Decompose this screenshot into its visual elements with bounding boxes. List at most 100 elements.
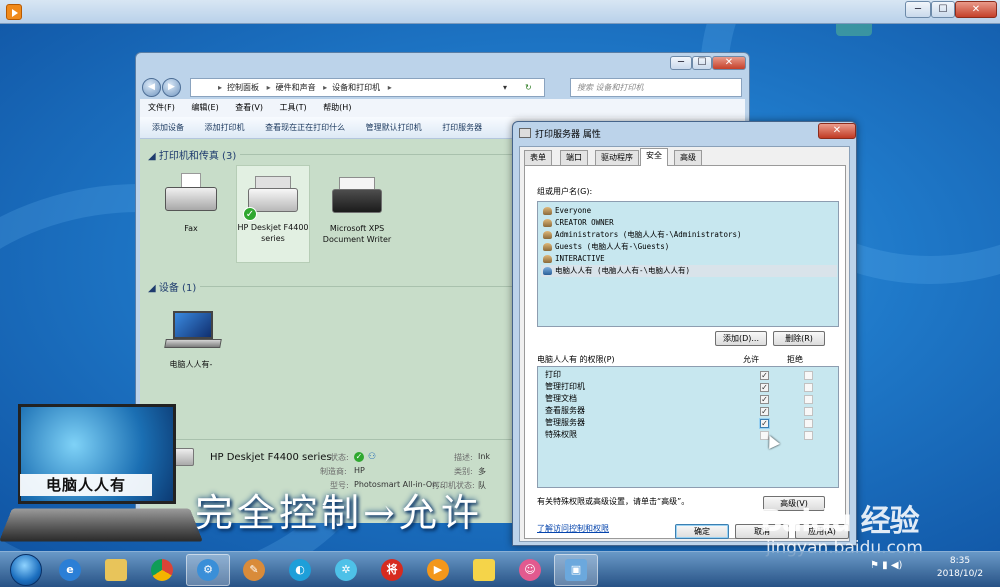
list-item-selected[interactable]: 电脑人人有 (电脑人人有-\电脑人人有): [541, 265, 837, 277]
devices-group-header[interactable]: ◢ 设备 (1): [148, 279, 196, 294]
print-server-button[interactable]: 打印服务器: [442, 123, 482, 132]
forward-arrow-icon[interactable]: ▶: [162, 78, 181, 97]
add-device-button[interactable]: 添加设备: [152, 123, 184, 132]
printers-group-label: 打印机和传真 (3): [158, 151, 237, 162]
printer-xps-writer[interactable]: Microsoft XPS Document Writer: [320, 167, 394, 267]
flag-icon[interactable]: ⚑: [870, 560, 879, 571]
device-label: 电脑人人有-: [169, 360, 213, 369]
pinwheel-icon[interactable]: ✲: [324, 554, 368, 586]
list-item[interactable]: CREATOR OWNER: [541, 217, 837, 229]
permission-special-deny-checkbox[interactable]: [804, 431, 813, 440]
list-item[interactable]: Guests (电脑人人有-\Guests): [541, 241, 837, 253]
paint-icon[interactable]: ✎: [232, 554, 276, 586]
fax-icon: [163, 173, 219, 219]
explorer-titlebar: ─ ☐ ✕: [136, 53, 749, 75]
permission-manage-documents-allow-checkbox[interactable]: ✓: [760, 395, 769, 404]
manage-default-printers-button[interactable]: 管理默认打印机: [366, 123, 422, 132]
permission-view-server-deny-checkbox[interactable]: [804, 407, 813, 416]
menu-help[interactable]: 帮助(H): [323, 103, 351, 112]
add-user-button[interactable]: 添加(D)...: [715, 331, 767, 346]
breadcrumb-hardware-sound[interactable]: 硬件和声音: [276, 83, 316, 92]
list-item[interactable]: INTERACTIVE: [541, 253, 837, 265]
remove-user-button[interactable]: 删除(R): [773, 331, 825, 346]
permission-print-deny-checkbox[interactable]: [804, 371, 813, 380]
folder-icon[interactable]: [94, 554, 138, 586]
chrome-icon[interactable]: [140, 554, 184, 586]
default-checkmark-icon: ✓: [243, 207, 257, 221]
ie-icon[interactable]: e: [48, 554, 92, 586]
user-group-icon: [543, 243, 552, 251]
refresh-icon[interactable]: ↻: [525, 79, 532, 96]
users-list[interactable]: Everyone CREATOR OWNER Administrators (电…: [537, 201, 839, 327]
breadcrumb-control-panel[interactable]: 控制面板: [227, 83, 259, 92]
minimize-button[interactable]: ─: [905, 1, 931, 18]
browser-icon[interactable]: ◐: [278, 554, 322, 586]
tab-security[interactable]: 安全: [640, 148, 668, 166]
permission-print-allow-checkbox[interactable]: ✓: [760, 371, 769, 380]
permission-manage-printers-allow-checkbox[interactable]: ✓: [760, 383, 769, 392]
tab-drivers[interactable]: 驱动程序: [595, 150, 639, 165]
users-label: 组或用户名(G):: [537, 187, 593, 196]
device-label: Fax: [184, 224, 198, 233]
permission-view-server-allow-checkbox[interactable]: ✓: [760, 407, 769, 416]
clock[interactable]: 8:35 2018/10/2: [930, 555, 990, 581]
tab-advanced[interactable]: 高级: [674, 150, 702, 165]
channel-logo: 电脑人人有: [0, 404, 203, 546]
dialog-body: 表单 端口 驱动程序 安全 高级 组或用户名(G): Everyone CREA…: [519, 146, 850, 542]
game-icon[interactable]: ☺: [508, 554, 552, 586]
explorer-maximize-button[interactable]: ☐: [692, 56, 712, 70]
explorer-close-button[interactable]: ✕: [712, 56, 746, 70]
breadcrumb-devices-printers[interactable]: 设备和打印机: [332, 83, 380, 92]
add-printer-button[interactable]: 添加打印机: [205, 123, 245, 132]
permission-manage-server-deny-checkbox[interactable]: [804, 419, 813, 428]
general-icon[interactable]: 将: [370, 554, 414, 586]
search-input[interactable]: 搜索 设备和打印机: [570, 78, 742, 97]
network-icon[interactable]: ▮: [882, 560, 888, 571]
learn-access-control-link[interactable]: 了解访问控制和权限: [537, 523, 609, 534]
permission-view-server: 查看服务器: [545, 406, 585, 415]
permissions-label: 电脑人人有 的权限(P): [537, 355, 615, 364]
back-arrow-icon[interactable]: ◀: [142, 78, 161, 97]
devices-icon[interactable]: ▣: [554, 554, 598, 586]
details-maker-label: 制造商:: [320, 467, 347, 476]
divider: [240, 154, 540, 155]
user-icon: [543, 267, 552, 275]
list-item[interactable]: Everyone: [541, 205, 837, 217]
device-computer[interactable]: 电脑人人有-: [154, 303, 228, 381]
explorer-minimize-button[interactable]: ─: [670, 56, 692, 70]
list-item[interactable]: Administrators (电脑人人有-\Administrators): [541, 229, 837, 241]
see-printing-button[interactable]: 查看现在正在打印什么: [265, 123, 345, 132]
permission-manage-printers-deny-checkbox[interactable]: [804, 383, 813, 392]
menu-file[interactable]: 文件(F): [148, 103, 175, 112]
notes-icon[interactable]: [462, 554, 506, 586]
printer-fax[interactable]: Fax: [154, 167, 228, 251]
dropdown-arrow-icon[interactable]: ▾: [503, 79, 507, 96]
permission-manage-documents: 管理文档: [545, 394, 577, 403]
menu-edit[interactable]: 编辑(E): [191, 103, 218, 112]
menu-view[interactable]: 查看(V): [235, 103, 263, 112]
address-bar[interactable]: ▸ 控制面板 ▸ 硬件和声音 ▸ 设备和打印机 ▸ ▾ ↻: [190, 78, 545, 97]
app-icon[interactable]: ⚙: [186, 554, 230, 586]
menu-tools[interactable]: 工具(T): [280, 103, 307, 112]
printers-group-header[interactable]: ◢ 打印机和传真 (3): [148, 147, 236, 162]
ok-button[interactable]: 确定: [675, 524, 729, 539]
permission-print: 打印: [545, 370, 561, 379]
start-button[interactable]: [10, 554, 42, 586]
volume-icon[interactable]: ◀): [891, 560, 903, 571]
outer-window-titlebar: ─ ☐ ✕: [0, 0, 1000, 24]
printer-hp-deskjet[interactable]: ✓ HP Deskjet F4400 series: [236, 165, 310, 263]
watermark-brand: Baidu 经验: [760, 504, 920, 539]
dialog-close-button[interactable]: ✕: [818, 123, 856, 139]
permission-manage-server-allow-checkbox[interactable]: ✓: [760, 419, 769, 428]
print-server-properties-dialog: 打印服务器 属性 ✕ 表单 端口 驱动程序 安全 高级 组或用户名(G): Ev…: [512, 121, 857, 546]
tab-ports[interactable]: 端口: [560, 150, 588, 165]
tab-forms[interactable]: 表单: [524, 150, 552, 165]
maximize-button[interactable]: ☐: [931, 1, 955, 18]
recorder-app-icon: [6, 4, 22, 20]
details-desc: Ink: [478, 452, 491, 461]
media-icon[interactable]: ▶: [416, 554, 460, 586]
status-ok-icon: ✓: [354, 452, 364, 462]
details-category-label: 类别:: [454, 467, 473, 476]
close-button[interactable]: ✕: [955, 1, 997, 18]
permission-manage-documents-deny-checkbox[interactable]: [804, 395, 813, 404]
